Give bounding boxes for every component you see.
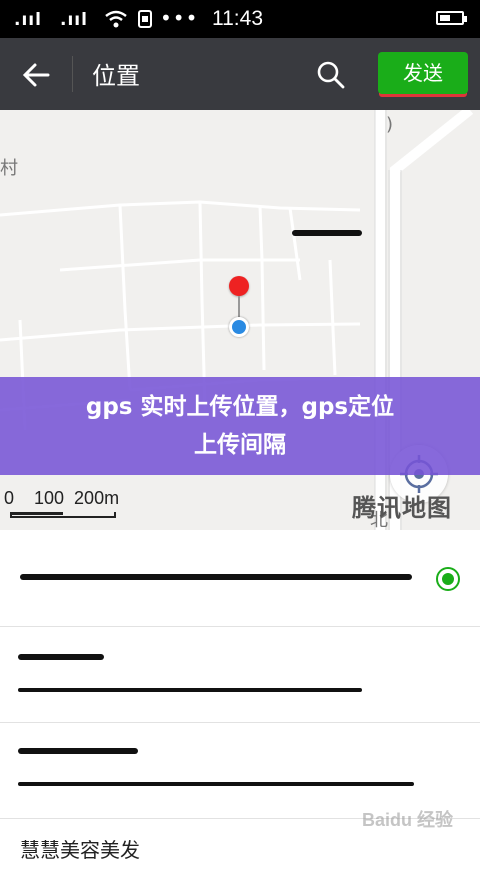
status-bar: .ııl .ııl ••• 11:43 — [0, 0, 480, 38]
banner-line-2: 上传间隔 — [194, 432, 286, 458]
sim-icon — [138, 10, 152, 28]
back-button[interactable] — [20, 58, 54, 92]
map-provider-logo: 腾讯地图 — [352, 494, 452, 522]
clock: 11:43 — [212, 7, 263, 30]
search-button[interactable] — [314, 58, 348, 92]
redacted-place-name — [18, 748, 138, 754]
signal-icon-2: .ııl — [60, 10, 88, 30]
search-icon — [317, 61, 345, 89]
list-item[interactable] — [0, 722, 480, 819]
map-label-village: 村 — [0, 158, 18, 179]
page-title: 位置 — [92, 62, 140, 90]
redacted-map-label — [292, 230, 362, 236]
send-button[interactable]: 发送 — [378, 52, 468, 94]
redacted-place-address — [18, 782, 414, 786]
map-label-road-top: ) — [386, 114, 394, 135]
place-name: 慧慧美容美发 — [20, 838, 140, 862]
watermark: Baidu 经验 — [362, 810, 454, 830]
battery-icon — [436, 11, 467, 25]
title-banner: gps 实时上传位置，gps定位 上传间隔 — [0, 377, 480, 475]
location-pin-icon[interactable] — [229, 276, 249, 296]
scale-bar — [10, 512, 116, 518]
header-divider — [72, 56, 73, 92]
selected-radio-icon[interactable] — [436, 567, 460, 591]
more-dots-icon: ••• — [160, 6, 199, 30]
scale-label: 0 100 200m — [4, 488, 120, 508]
redacted-place-name — [20, 574, 412, 580]
arrow-left-icon — [22, 63, 50, 87]
redacted-place-name — [18, 654, 104, 660]
list-item[interactable] — [0, 626, 480, 723]
current-location-icon — [229, 317, 249, 337]
wifi-icon — [105, 10, 127, 28]
list-item[interactable] — [0, 530, 480, 627]
app-bar: 位置 发送 — [0, 38, 480, 110]
redacted-place-address — [18, 688, 362, 692]
signal-icon: .ııl — [14, 10, 42, 30]
banner-line-1: gps 实时上传位置，gps定位 — [85, 394, 395, 420]
pin-stem — [238, 296, 240, 318]
